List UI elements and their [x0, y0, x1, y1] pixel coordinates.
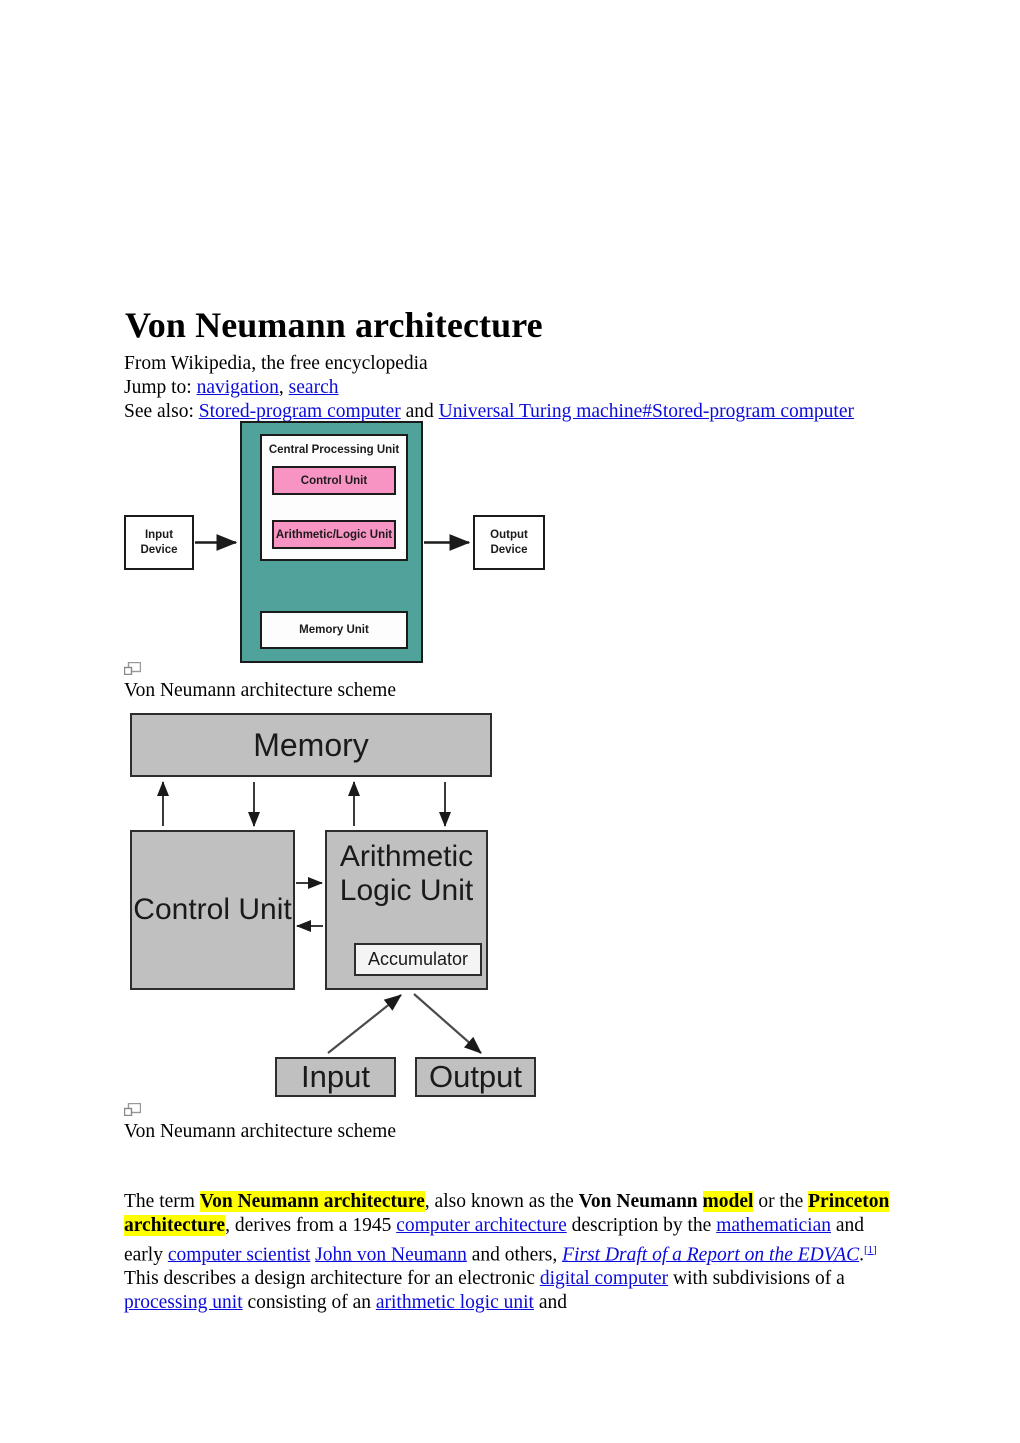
para-text-11: with subdivisions of a: [668, 1268, 845, 1289]
link-john-von-neumann[interactable]: John von Neumann: [315, 1244, 467, 1265]
para-text-10: This describes a design architecture for…: [124, 1268, 540, 1289]
jump-separator: ,: [278, 377, 289, 398]
link-digital-computer[interactable]: digital computer: [540, 1268, 668, 1289]
link-arithmetic-logic-unit[interactable]: arithmetic logic unit: [376, 1292, 534, 1313]
link-processing-unit[interactable]: processing unit: [124, 1292, 243, 1313]
jump-to-label: Jump to:: [124, 377, 197, 398]
reference-marker-1[interactable]: [1]: [864, 1244, 877, 1256]
fig2-control-unit-box: Control Unit: [130, 830, 295, 990]
fig2-memory-box: Memory: [130, 713, 492, 777]
fig2-alu-label: Arithmetic Logic Unit: [339, 840, 474, 907]
figure-1-caption-block: Von Neumann architecture scheme: [123, 661, 396, 703]
figure-2-caption-block: Von Neumann architecture scheme: [123, 1102, 396, 1144]
link-mathematician[interactable]: mathematician: [716, 1215, 831, 1236]
fig2-input-box: Input: [275, 1057, 396, 1097]
para-text-3: or the: [753, 1190, 809, 1212]
para-text-8: and others,: [466, 1244, 563, 1265]
link-computer-architecture[interactable]: computer architecture: [396, 1215, 567, 1236]
fig1-input-device-box: Input Device: [124, 515, 194, 570]
reference-link-1[interactable]: [1]: [864, 1244, 877, 1256]
term-von-neumann-architecture: Von Neumann architecture: [199, 1190, 425, 1212]
fig1-output-device-box: Output Device: [473, 515, 545, 570]
figure-2-caption-text: Von Neumann architecture scheme: [124, 1121, 396, 1142]
para-text-2: , also known as the: [424, 1190, 579, 1212]
fig1-control-unit-box: Control Unit: [272, 466, 396, 495]
para-text-5: description by the: [566, 1214, 717, 1236]
para-text-1: The term: [124, 1190, 200, 1212]
term-model: model: [702, 1190, 754, 1212]
from-wikipedia-line: From Wikipedia, the free encyclopedia: [124, 351, 428, 376]
para-text-4: , derives from a 1945: [225, 1214, 397, 1236]
term-von-neumann: Von Neumann: [578, 1190, 703, 1212]
enlarge-icon[interactable]: [123, 1102, 142, 1117]
link-computer-scientist[interactable]: computer scientist: [168, 1244, 310, 1265]
fig2-output-box: Output: [415, 1057, 536, 1097]
figure-von-neumann-scheme-teal[interactable]: Central Processing Unit Control Unit Ari…: [124, 419, 554, 665]
jump-to-line: Jump to: navigation, search: [124, 375, 338, 400]
jump-link-search[interactable]: search: [289, 377, 339, 398]
jump-link-navigation[interactable]: navigation: [197, 377, 279, 398]
fig1-cpu-label: Central Processing Unit: [268, 444, 400, 456]
fig1-memory-unit-box: Memory Unit: [260, 611, 408, 649]
link-first-draft-report-edvac[interactable]: First Draft of a Report on the EDVAC: [562, 1244, 859, 1265]
wikipedia-article-page: Von Neumann architecture From Wikipedia,…: [0, 0, 1020, 1443]
para-text-12: consisting of an: [242, 1292, 376, 1313]
fig1-arithmetic-logic-unit-box: Arithmetic/Logic Unit: [272, 520, 396, 549]
from-wikipedia-text: From Wikipedia, the free encyclopedia: [124, 353, 428, 374]
enlarge-icon[interactable]: [123, 661, 142, 676]
fig2-accumulator-box: Accumulator: [354, 943, 482, 976]
figure-1-caption-text: Von Neumann architecture scheme: [124, 680, 396, 701]
para-text-13: and: [533, 1292, 567, 1313]
lead-paragraph: The term Von Neumann architecture, also …: [124, 1190, 906, 1316]
page-title: Von Neumann architecture: [125, 305, 543, 346]
fig2-control-unit-label: Control Unit: [133, 893, 292, 926]
figure-von-neumann-scheme-grey[interactable]: Memory Control Unit Arithmetic Logic Uni…: [124, 708, 554, 1100]
